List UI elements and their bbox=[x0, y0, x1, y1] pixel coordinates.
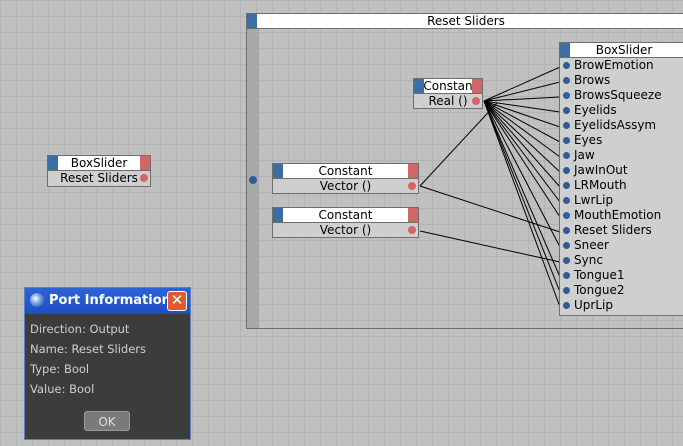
boxslider-input-row[interactable]: Jaw bbox=[560, 148, 683, 163]
input-label: BrowsSqueeze bbox=[574, 88, 662, 102]
close-button[interactable]: ✕ bbox=[167, 291, 187, 311]
input-label: Tongue2 bbox=[574, 283, 625, 297]
input-label: Brows bbox=[574, 73, 611, 87]
input-port[interactable] bbox=[563, 152, 570, 159]
input-port[interactable] bbox=[563, 92, 570, 99]
input-label: LwrLip bbox=[574, 193, 614, 207]
boxslider-input-list: BrowEmotion Brows BrowsSqueeze Eyelids Eyeli… bbox=[559, 58, 683, 316]
input-port[interactable] bbox=[563, 182, 570, 189]
input-port[interactable] bbox=[563, 197, 570, 204]
node-title: BoxSlider bbox=[595, 43, 653, 57]
boxslider-input-row[interactable]: Tongue1 bbox=[560, 268, 683, 283]
port-name: Name: Reset Sliders bbox=[30, 342, 147, 356]
boxslider-input-row[interactable]: UprLip bbox=[560, 298, 683, 313]
input-label: Sneer bbox=[574, 238, 609, 252]
input-port[interactable] bbox=[563, 107, 570, 114]
boxslider-input-row[interactable]: EyelidsAssym bbox=[560, 118, 683, 133]
app-icon bbox=[30, 293, 44, 307]
boxslider-input-row[interactable]: Eyes bbox=[560, 133, 683, 148]
boxslider-input-row[interactable]: LRMouth bbox=[560, 178, 683, 193]
port-direction: Direction: Output bbox=[30, 322, 130, 336]
boxslider-input-row[interactable]: Brows bbox=[560, 73, 683, 88]
input-port[interactable] bbox=[563, 167, 570, 174]
boxslider-input-row[interactable]: Tongue2 bbox=[560, 283, 683, 298]
port-value: Value: Bool bbox=[30, 382, 95, 396]
boxslider-input-row[interactable]: Sneer bbox=[560, 238, 683, 253]
input-port[interactable] bbox=[563, 257, 570, 264]
input-label: LRMouth bbox=[574, 178, 627, 192]
input-port[interactable] bbox=[563, 77, 570, 84]
input-port[interactable] bbox=[563, 62, 570, 69]
input-label: Eyes bbox=[574, 133, 603, 147]
input-label: Sync bbox=[574, 253, 603, 267]
boxslider-input-row[interactable]: BrowsSqueeze bbox=[560, 88, 683, 103]
input-tab bbox=[560, 43, 570, 57]
boxslider-input-row[interactable]: BrowEmotion bbox=[560, 58, 683, 73]
boxslider-input-row[interactable]: MouthEmotion bbox=[560, 208, 683, 223]
input-label: Reset Sliders bbox=[574, 223, 652, 237]
input-port[interactable] bbox=[563, 287, 570, 294]
ok-button[interactable]: OK bbox=[84, 411, 130, 431]
input-label: Eyelids bbox=[574, 103, 617, 117]
dialog-title-bar[interactable]: Port Information ✕ bbox=[25, 288, 190, 314]
dialog-title: Port Information bbox=[49, 293, 171, 308]
boxslider-input-row[interactable]: Sync bbox=[560, 253, 683, 268]
input-label: JawInOut bbox=[574, 163, 628, 177]
port-type: Type: Bool bbox=[30, 362, 90, 376]
input-port[interactable] bbox=[563, 137, 570, 144]
input-port[interactable] bbox=[563, 242, 570, 249]
input-port[interactable] bbox=[563, 302, 570, 309]
input-port[interactable] bbox=[563, 272, 570, 279]
boxslider-input-row[interactable]: LwrLip bbox=[560, 193, 683, 208]
input-port[interactable] bbox=[563, 227, 570, 234]
input-port[interactable] bbox=[563, 122, 570, 129]
input-label: BrowEmotion bbox=[574, 58, 654, 72]
input-port[interactable] bbox=[563, 212, 570, 219]
boxslider-input-row[interactable]: Eyelids bbox=[560, 103, 683, 118]
input-label: Jaw bbox=[574, 148, 595, 162]
input-label: UprLip bbox=[574, 298, 613, 312]
boxslider-title[interactable]: BoxSlider bbox=[559, 42, 683, 58]
input-label: MouthEmotion bbox=[574, 208, 662, 222]
boxslider-input-row[interactable]: JawInOut bbox=[560, 163, 683, 178]
input-label: Tongue1 bbox=[574, 268, 625, 282]
input-label: EyelidsAssym bbox=[574, 118, 657, 132]
boxslider-input-row[interactable]: Reset Sliders bbox=[560, 223, 683, 238]
